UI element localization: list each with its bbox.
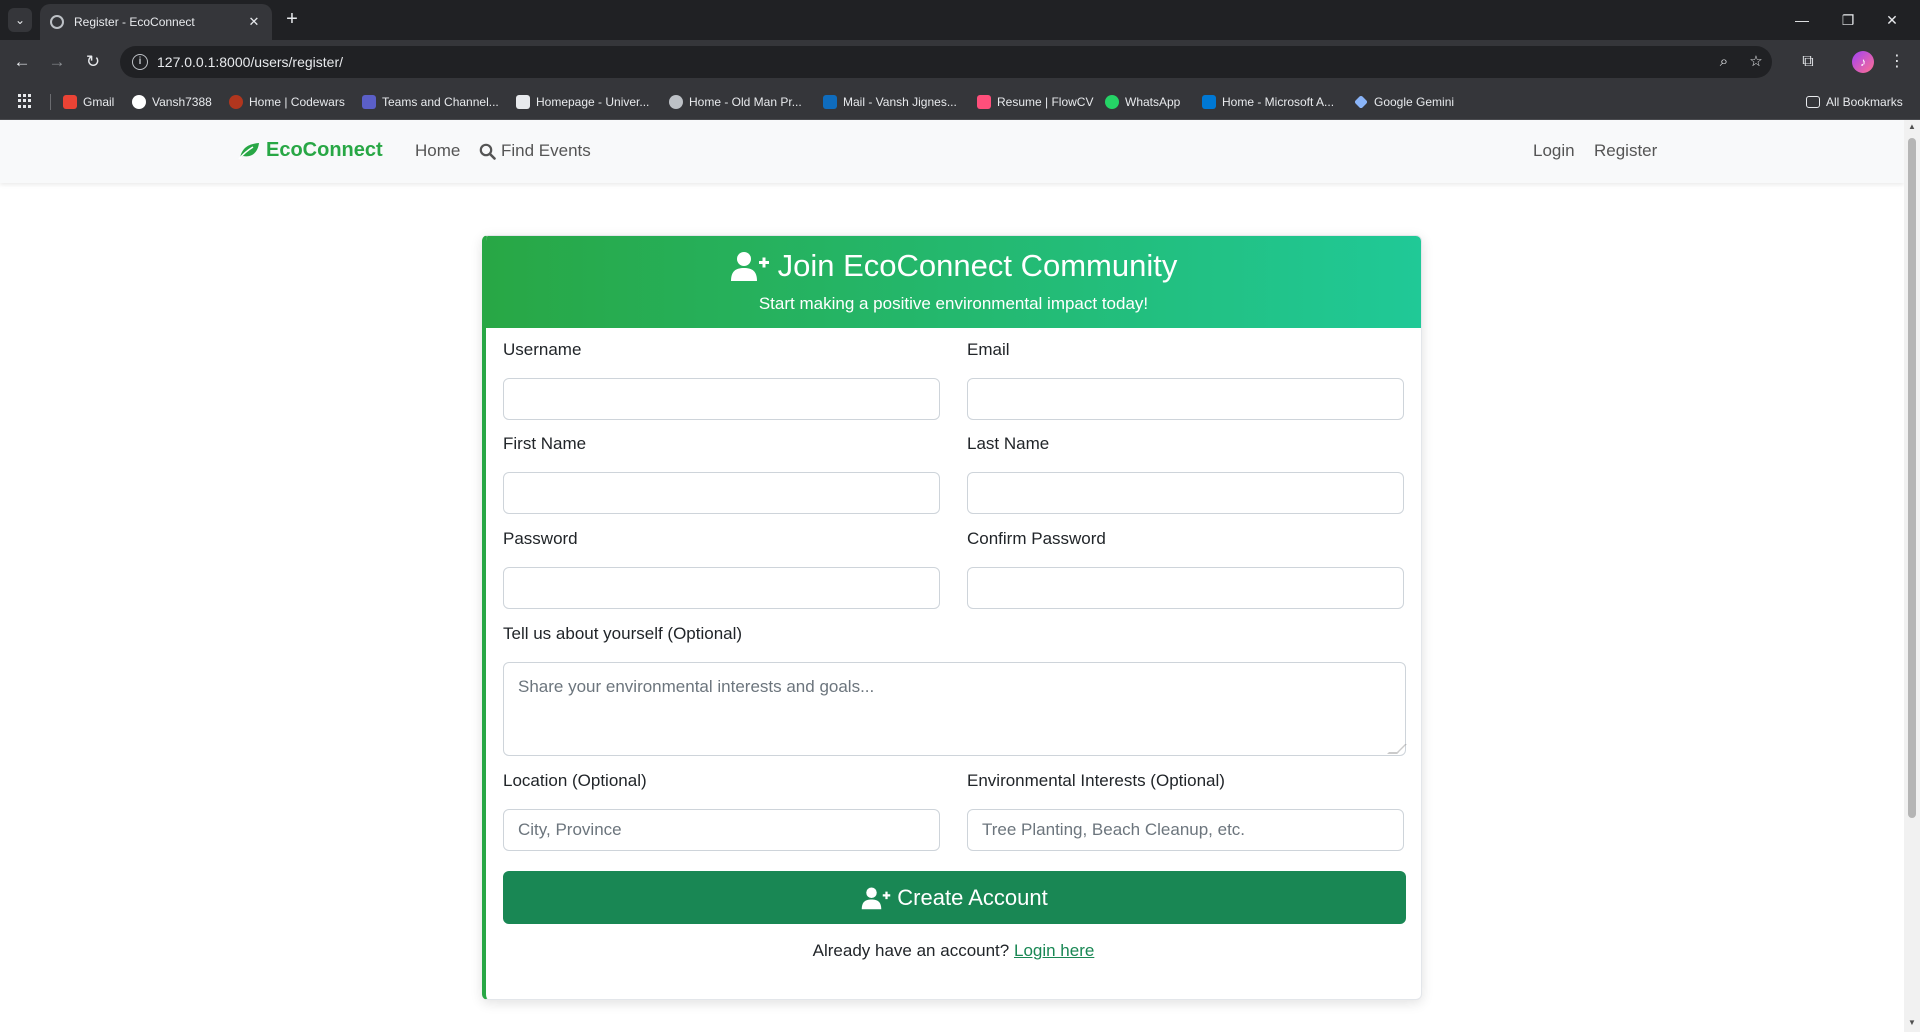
page-scrollbar[interactable]: ▲ ▼ [1904, 120, 1920, 1032]
close-window-button[interactable]: ✕ [1874, 8, 1910, 32]
bio-label: Tell us about yourself (Optional) [503, 624, 743, 643]
bookmark-star-icon[interactable]: ☆ [1746, 52, 1766, 72]
search-icon [479, 143, 496, 160]
gemini-icon [1354, 95, 1368, 109]
bookmark-old-man[interactable]: Home - Old Man Pr... [669, 93, 802, 111]
user-plus-icon [730, 252, 769, 281]
browser-toolbar: ← → ↻ i 127.0.0.1:8000/users/register/ ⌕… [0, 40, 1920, 84]
create-account-label: Create Account [897, 884, 1048, 910]
apps-grid-icon[interactable] [18, 94, 32, 108]
new-tab-button[interactable]: + [280, 8, 304, 32]
brand-name: EcoConnect [266, 139, 383, 161]
interests-label: Environmental Interests (Optional) [967, 771, 1225, 790]
nav-home-link[interactable]: Home [415, 141, 460, 161]
forward-arrow-icon[interactable]: → [45, 50, 69, 74]
bookmarks-divider [50, 94, 51, 110]
email-input[interactable] [967, 378, 1404, 420]
interests-input[interactable] [967, 809, 1404, 851]
bookmark-codewars[interactable]: Home | Codewars [229, 93, 345, 111]
card-title: Join EcoConnect Community [486, 248, 1421, 284]
scroll-down-arrow-icon[interactable]: ▼ [1908, 1018, 1916, 1027]
last-name-input[interactable] [967, 472, 1404, 514]
location-input[interactable] [503, 809, 940, 851]
bookmark-flowcv[interactable]: Resume | FlowCV [977, 93, 1093, 111]
whatsapp-icon [1105, 95, 1119, 109]
scroll-up-arrow-icon[interactable]: ▲ [1908, 122, 1916, 131]
browser-menu-icon[interactable]: ⋮ [1885, 50, 1909, 74]
bookmark-whatsapp[interactable]: WhatsApp [1105, 93, 1180, 111]
login-here-link[interactable]: Login here [1014, 941, 1094, 960]
address-bar[interactable]: i 127.0.0.1:8000/users/register/ ⌕ ☆ [120, 46, 1772, 78]
card-header: Join EcoConnect Community Start making a… [486, 236, 1421, 328]
url-text[interactable]: 127.0.0.1:8000/users/register/ [157, 54, 343, 70]
bookmark-gemini[interactable]: Google Gemini [1354, 93, 1454, 111]
create-account-button[interactable]: Create Account [503, 871, 1406, 924]
reload-icon[interactable]: ↻ [81, 50, 105, 74]
azure-icon [1202, 95, 1216, 109]
codewars-icon [229, 95, 243, 109]
teams-icon [362, 95, 376, 109]
card-title-text: Join EcoConnect Community [777, 248, 1178, 283]
github-icon [132, 95, 146, 109]
tab-title: Register - EcoConnect [74, 15, 195, 29]
browser-tab[interactable]: Register - EcoConnect ✕ [40, 4, 272, 40]
zoom-icon[interactable]: ⌕ [1714, 52, 1734, 72]
brand-link[interactable]: EcoConnect [238, 139, 383, 162]
nav-register-link[interactable]: Register [1594, 141, 1657, 161]
restore-button[interactable]: ❐ [1830, 8, 1866, 32]
login-prompt: Already have an account? Login here [486, 941, 1421, 961]
bio-textarea[interactable] [503, 662, 1406, 756]
location-label: Location (Optional) [503, 771, 647, 790]
username-label: Username [503, 340, 582, 359]
all-bookmarks[interactable]: All Bookmarks [1806, 93, 1903, 111]
bookmarks-bar: Gmail Vansh7388 Home | Codewars Teams an… [0, 84, 1920, 120]
gmail-icon [63, 95, 77, 109]
bookmark-outlook-mail[interactable]: Mail - Vansh Jignes... [823, 93, 957, 111]
w-icon [516, 95, 530, 109]
globe-icon [669, 95, 683, 109]
bookmark-microsoft[interactable]: Home - Microsoft A... [1202, 93, 1334, 111]
minimize-button[interactable]: — [1784, 8, 1820, 32]
back-arrow-icon[interactable]: ← [10, 50, 34, 74]
tab-close-icon[interactable]: ✕ [246, 14, 262, 30]
site-info-icon[interactable]: i [132, 54, 148, 70]
password-label: Password [503, 529, 578, 548]
tab-search-chevron-icon[interactable]: ⌄ [8, 8, 32, 32]
profile-avatar[interactable]: ♪ [1852, 51, 1874, 73]
nav-find-events-link[interactable]: Find Events [479, 141, 591, 161]
nav-find-events-label: Find Events [501, 141, 591, 160]
site-navbar: EcoConnect Home Find Events Login Regist… [0, 120, 1904, 183]
confirm-password-input[interactable] [967, 567, 1404, 609]
bookmark-gmail[interactable]: Gmail [63, 93, 114, 111]
email-label: Email [967, 340, 1010, 359]
browser-tab-bar: ⌄ Register - EcoConnect ✕ + — ❐ ✕ [0, 0, 1920, 40]
register-card: Join EcoConnect Community Start making a… [482, 235, 1422, 1000]
globe-icon [50, 15, 64, 29]
bookmark-github[interactable]: Vansh7388 [132, 93, 212, 111]
first-name-input[interactable] [503, 472, 940, 514]
page-viewport: EcoConnect Home Find Events Login Regist… [0, 120, 1904, 1032]
user-plus-icon [862, 887, 891, 909]
last-name-label: Last Name [967, 434, 1050, 453]
confirm-password-label: Confirm Password [967, 529, 1106, 548]
nav-login-link[interactable]: Login [1533, 141, 1575, 161]
username-input[interactable] [503, 378, 940, 420]
password-input[interactable] [503, 567, 940, 609]
folder-icon [1806, 96, 1820, 108]
outlook-icon [823, 95, 837, 109]
card-subtitle: Start making a positive environmental im… [758, 294, 1149, 313]
scrollbar-thumb[interactable] [1908, 138, 1916, 818]
leaf-icon [238, 142, 259, 160]
login-prompt-text: Already have an account? [812, 941, 1010, 960]
extensions-icon[interactable]: ⧉ [1796, 50, 1820, 74]
bookmark-teams[interactable]: Teams and Channel... [362, 93, 499, 111]
flowcv-icon [977, 95, 991, 109]
bookmark-university[interactable]: Homepage - Univer... [516, 93, 649, 111]
first-name-label: First Name [503, 434, 587, 453]
